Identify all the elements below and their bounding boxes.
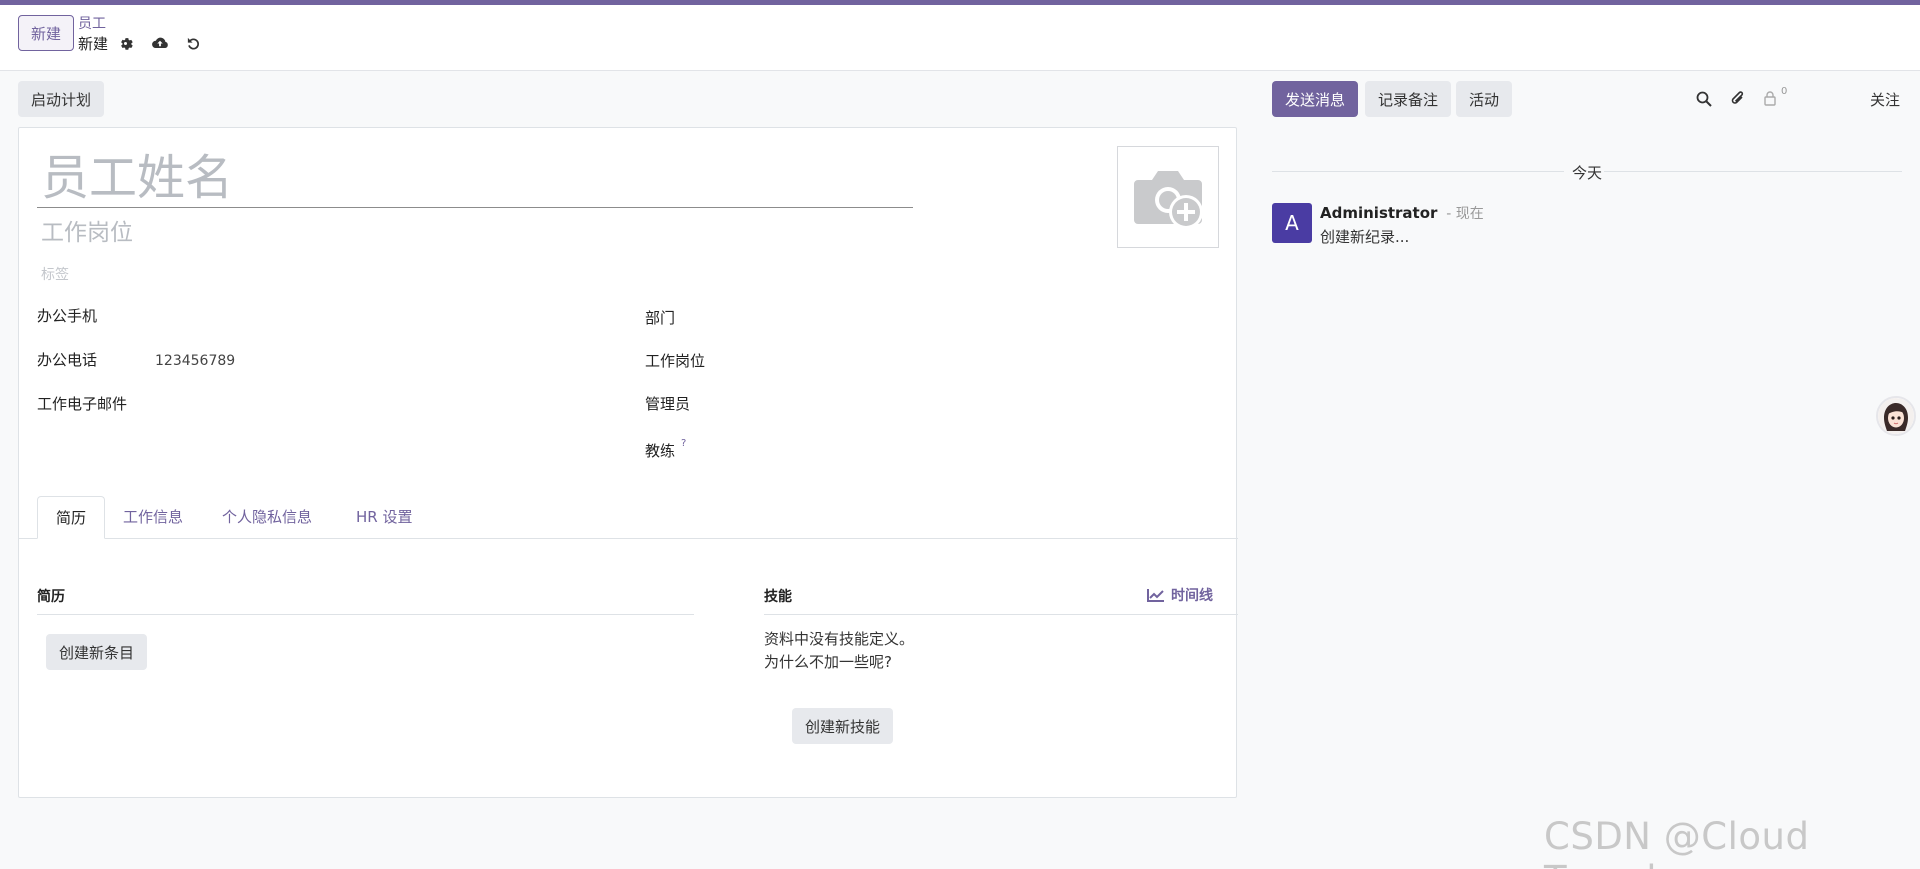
followers-count: 0	[1781, 86, 1788, 97]
launch-plan-button[interactable]: 启动计划	[18, 81, 105, 117]
employee-name-input[interactable]: 员工姓名	[37, 148, 913, 208]
field-label-department: 部门	[645, 309, 676, 327]
skills-empty-line2: 为什么不加一些呢?	[764, 653, 892, 671]
date-separator-line-left	[1272, 171, 1564, 172]
coach-help-tooltip[interactable]: ?	[681, 438, 686, 449]
breadcrumb-parent-link[interactable]: 员工	[78, 14, 108, 34]
create-skill-button[interactable]: 创建新技能	[792, 708, 894, 744]
job-title-input[interactable]: 工作岗位	[41, 213, 133, 247]
line-chart-icon	[1147, 589, 1164, 602]
message-time: - 现在	[1446, 206, 1484, 222]
undo-icon[interactable]	[184, 34, 202, 52]
employee-photo-upload[interactable]	[1117, 146, 1219, 248]
field-label-work-phone: 办公电话	[37, 351, 98, 369]
message-author[interactable]: Administrator	[1320, 204, 1437, 222]
form-sheet: 员工姓名 工作岗位 标签 办公手机 办公电话 123456789 工作电子邮件 …	[18, 127, 1238, 798]
search-icon[interactable]	[1695, 90, 1713, 108]
send-message-button[interactable]: 发送消息	[1272, 81, 1359, 117]
date-separator-label: 今天	[1572, 164, 1603, 182]
tab-private-information[interactable]: 个人隐私信息	[204, 496, 330, 539]
skills-empty-line1: 资料中没有技能定义。	[764, 630, 915, 648]
follow-button[interactable]: 关注	[1870, 89, 1900, 110]
csdn-watermark: CSDN @Cloud Traveler	[1544, 815, 1810, 869]
create-resume-line-button[interactable]: 创建新条目	[46, 634, 148, 670]
breadcrumb: 员工 新建	[78, 14, 108, 54]
tab-resume[interactable]: 简历	[37, 496, 106, 539]
message-author-avatar[interactable]: A	[1272, 203, 1312, 243]
message-header: Administrator - 现在	[1320, 201, 1484, 226]
tab-work-information[interactable]: 工作信息	[105, 496, 201, 539]
skills-timeline-link[interactable]: 时间线	[1147, 585, 1213, 605]
field-label-manager: 管理员	[645, 395, 691, 413]
paperclip-icon[interactable]	[1729, 89, 1747, 107]
work-phone-input[interactable]: 123456789	[155, 353, 235, 369]
timeline-label: 时间线	[1171, 588, 1213, 604]
field-label-work-email: 工作电子邮件	[37, 395, 128, 413]
cloud-upload-icon[interactable]	[151, 34, 169, 52]
field-label-job-position: 工作岗位	[645, 352, 706, 370]
new-button[interactable]: 新建	[18, 15, 74, 51]
tab-hr-settings[interactable]: HR 设置	[338, 496, 430, 539]
resume-section-title: 简历	[37, 586, 694, 615]
skills-empty-message: 资料中没有技能定义。 为什么不加一些呢?	[764, 628, 914, 674]
assistant-avatar-button[interactable]	[1876, 396, 1916, 436]
lock-followers-icon[interactable]	[1761, 89, 1779, 107]
field-label-coach: 教练	[645, 442, 676, 460]
notebook-tabs: 简历 工作信息 个人隐私信息 HR 设置	[19, 496, 1238, 539]
message-body: 创建新纪录...	[1320, 228, 1410, 246]
activity-button[interactable]: 活动	[1456, 81, 1513, 117]
cartoon-girl-avatar-icon	[1878, 398, 1914, 434]
gear-icon[interactable]	[116, 34, 134, 52]
date-separator-line-right	[1604, 171, 1902, 172]
breadcrumb-current: 新建	[78, 35, 109, 53]
field-label-mobile-phone: 办公手机	[37, 307, 98, 325]
tags-input[interactable]: 标签	[41, 264, 69, 284]
control-panel: 新建 员工 新建	[0, 5, 1920, 71]
camera-plus-icon	[1134, 171, 1203, 229]
log-note-button[interactable]: 记录备注	[1365, 81, 1452, 117]
